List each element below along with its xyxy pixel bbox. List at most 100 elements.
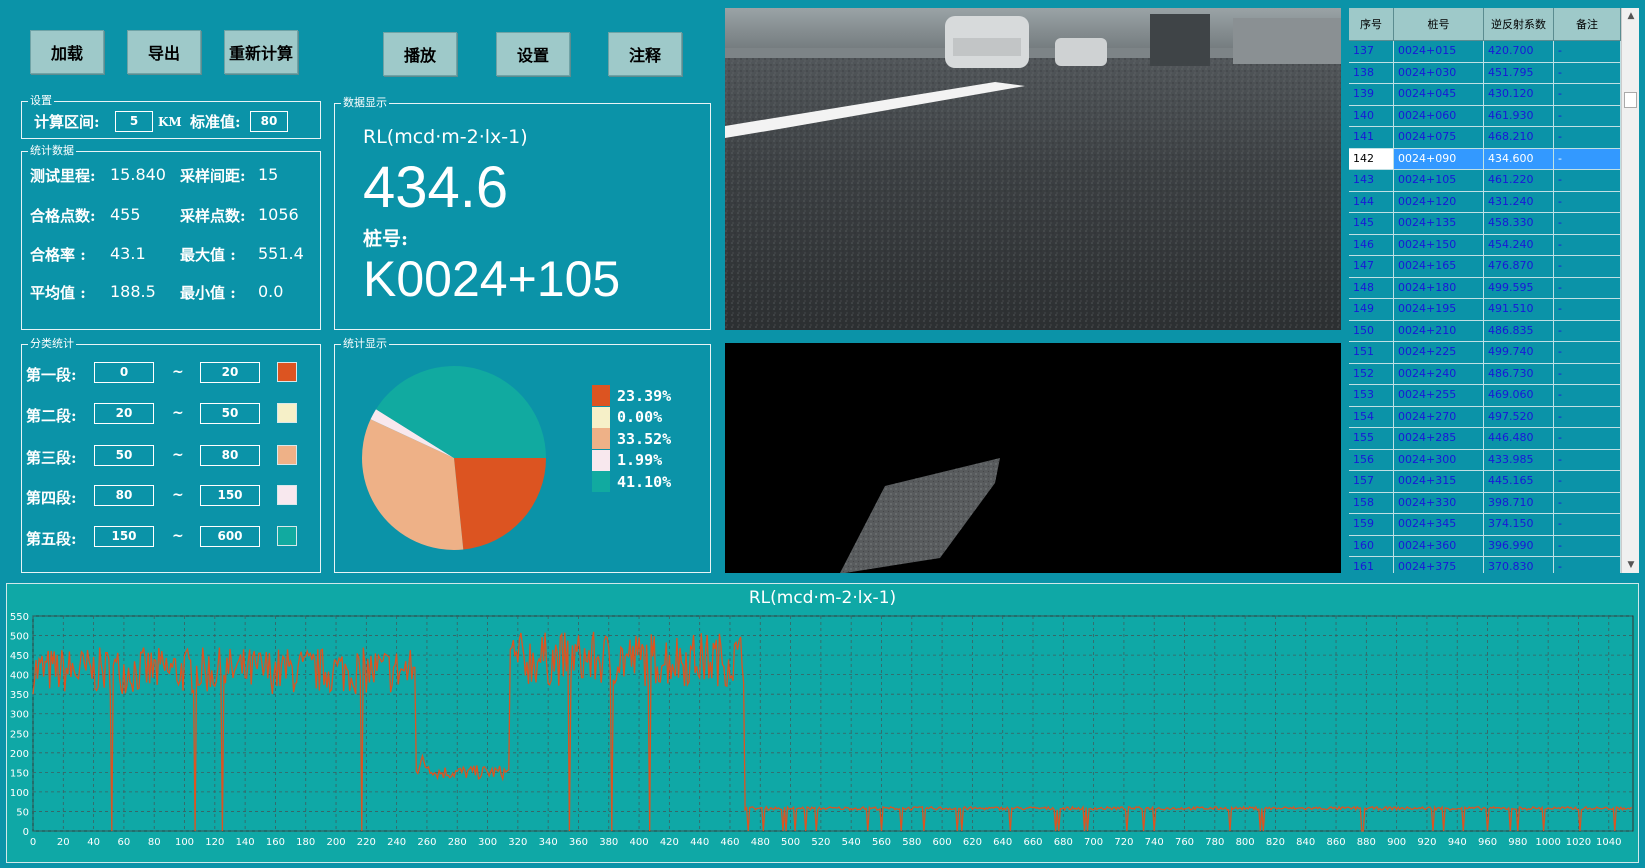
mean-label: 平均值 : bbox=[30, 284, 86, 302]
segment-from-input[interactable]: 0 bbox=[94, 362, 154, 383]
header-station[interactable]: 桩号 bbox=[1394, 8, 1484, 41]
scroll-thumb[interactable] bbox=[1624, 92, 1637, 108]
cell-note: - bbox=[1554, 449, 1621, 471]
min-label: 最小值 : bbox=[180, 284, 236, 302]
legend-entry: 33.52% bbox=[592, 428, 671, 449]
interval-input[interactable]: 5 bbox=[115, 111, 153, 132]
table-row[interactable]: 137 0024+015 420.700- bbox=[1349, 41, 1639, 63]
y-tick-label: 0 bbox=[23, 827, 29, 838]
cell-value: 445.165 bbox=[1484, 471, 1554, 493]
y-tick-label: 500 bbox=[10, 632, 29, 643]
cell-index: 154 bbox=[1349, 406, 1394, 428]
x-tick-label: 320 bbox=[508, 837, 527, 848]
table-row[interactable]: 141 0024+075 468.210- bbox=[1349, 127, 1639, 149]
x-tick-label: 420 bbox=[660, 837, 679, 848]
header-note[interactable]: 备注 bbox=[1554, 8, 1621, 41]
cell-value: 486.730 bbox=[1484, 363, 1554, 385]
x-tick-label: 360 bbox=[569, 837, 588, 848]
segment-color-swatch[interactable] bbox=[277, 485, 297, 505]
camera-feed-road bbox=[725, 8, 1341, 330]
segment-to-input[interactable]: 80 bbox=[200, 445, 260, 466]
segment-color-swatch[interactable] bbox=[277, 445, 297, 465]
table-row[interactable]: 153 0024+255 469.060- bbox=[1349, 385, 1639, 407]
table-row[interactable]: 143 0024+105 461.220- bbox=[1349, 170, 1639, 192]
segment-from-input[interactable]: 150 bbox=[94, 526, 154, 547]
table-row[interactable]: 142 0024+090 434.600- bbox=[1349, 148, 1639, 170]
pie-chart-group: 统计显示 23.39% 0.00% 33.52% 1.99% 41.10% bbox=[334, 337, 711, 573]
cell-station: 0024+180 bbox=[1394, 277, 1484, 299]
segment-label: 第四段: bbox=[26, 489, 77, 507]
settings-button[interactable]: 设置 bbox=[496, 32, 570, 76]
table-row[interactable]: 158 0024+330 398.710- bbox=[1349, 492, 1639, 514]
table-row[interactable]: 149 0024+195 491.510- bbox=[1349, 299, 1639, 321]
cell-value: 431.240 bbox=[1484, 191, 1554, 213]
cell-note: - bbox=[1554, 342, 1621, 364]
table-row[interactable]: 152 0024+240 486.730- bbox=[1349, 363, 1639, 385]
segment-color-swatch[interactable] bbox=[277, 362, 297, 382]
x-tick-label: 620 bbox=[963, 837, 982, 848]
table-row[interactable]: 151 0024+225 499.740- bbox=[1349, 342, 1639, 364]
table-row[interactable]: 148 0024+180 499.595- bbox=[1349, 277, 1639, 299]
table-row[interactable]: 150 0024+210 486.835- bbox=[1349, 320, 1639, 342]
scroll-down-icon[interactable]: ▼ bbox=[1622, 557, 1639, 573]
table-row[interactable]: 145 0024+135 458.330- bbox=[1349, 213, 1639, 235]
cell-value: 491.510 bbox=[1484, 299, 1554, 321]
cell-station: 0024+210 bbox=[1394, 320, 1484, 342]
cell-note: - bbox=[1554, 62, 1621, 84]
export-button[interactable]: 导出 bbox=[127, 30, 201, 74]
data-table[interactable]: 序号 桩号 逆反射系数 备注 137 0024+015 420.700-138 002… bbox=[1349, 8, 1639, 573]
table-row[interactable]: 154 0024+270 497.520- bbox=[1349, 406, 1639, 428]
cell-value: 433.985 bbox=[1484, 449, 1554, 471]
segment-from-input[interactable]: 50 bbox=[94, 445, 154, 466]
table-row[interactable]: 155 0024+285 446.480- bbox=[1349, 428, 1639, 450]
stats-group-title: 统计数据 bbox=[28, 144, 76, 158]
table-scrollbar[interactable]: ▲ ▼ bbox=[1621, 8, 1639, 573]
cell-value: 468.210 bbox=[1484, 127, 1554, 149]
segment-from-input[interactable]: 80 bbox=[94, 485, 154, 506]
segment-color-swatch[interactable] bbox=[277, 403, 297, 423]
cell-station: 0024+255 bbox=[1394, 385, 1484, 407]
segment-to-input[interactable]: 600 bbox=[200, 526, 260, 547]
annotate-button[interactable]: 注释 bbox=[608, 32, 682, 76]
segment-from-input[interactable]: 20 bbox=[94, 403, 154, 424]
cell-note: - bbox=[1554, 234, 1621, 256]
scroll-up-icon[interactable]: ▲ bbox=[1622, 8, 1639, 24]
table-row[interactable]: 157 0024+315 445.165- bbox=[1349, 471, 1639, 493]
segment-to-input[interactable]: 150 bbox=[200, 485, 260, 506]
classification-group: 分类统计 第一段: 0 ~20 第二段: 20 ~50 第三段: 50 ~80 第四段: 80 ~15… bbox=[21, 337, 321, 573]
cell-index: 149 bbox=[1349, 299, 1394, 321]
cell-station: 0024+090 bbox=[1394, 148, 1484, 170]
table-row[interactable]: 161 0024+375 370.830- bbox=[1349, 557, 1639, 573]
segment-label: 第一段: bbox=[26, 366, 77, 384]
segment-to-input[interactable]: 50 bbox=[200, 403, 260, 424]
table-row[interactable]: 160 0024+360 396.990- bbox=[1349, 535, 1639, 557]
recalculate-button[interactable]: 重新计算 bbox=[224, 30, 298, 74]
table-row[interactable]: 140 0024+060 461.930- bbox=[1349, 105, 1639, 127]
table-row[interactable]: 144 0024+120 431.240- bbox=[1349, 191, 1639, 213]
table-row[interactable]: 139 0024+045 430.120- bbox=[1349, 84, 1639, 106]
load-button[interactable]: 加载 bbox=[30, 30, 104, 74]
table-row[interactable]: 147 0024+165 476.870- bbox=[1349, 256, 1639, 278]
x-tick-label: 880 bbox=[1357, 837, 1376, 848]
pass-rate-label: 合格率 : bbox=[30, 246, 86, 264]
y-tick-label: 550 bbox=[10, 612, 29, 623]
table-row[interactable]: 138 0024+030 451.795- bbox=[1349, 62, 1639, 84]
play-button[interactable]: 播放 bbox=[383, 32, 457, 76]
segment-tilde: ~ bbox=[172, 364, 184, 380]
x-tick-label: 600 bbox=[933, 837, 952, 848]
header-index[interactable]: 序号 bbox=[1349, 8, 1394, 41]
table-row[interactable]: 156 0024+300 433.985- bbox=[1349, 449, 1639, 471]
y-tick-label: 450 bbox=[10, 651, 29, 662]
legend-label: 41.10% bbox=[617, 472, 672, 491]
header-retroreflection[interactable]: 逆反射系数 bbox=[1484, 8, 1554, 41]
cell-note: - bbox=[1554, 557, 1621, 573]
cell-note: - bbox=[1554, 514, 1621, 536]
x-tick-label: 660 bbox=[1023, 837, 1042, 848]
standard-input[interactable]: 80 bbox=[250, 111, 288, 132]
cell-note: - bbox=[1554, 41, 1621, 63]
legend-label: 23.39% bbox=[617, 386, 672, 405]
segment-to-input[interactable]: 20 bbox=[200, 362, 260, 383]
table-row[interactable]: 159 0024+345 374.150- bbox=[1349, 514, 1639, 536]
segment-color-swatch[interactable] bbox=[277, 526, 297, 546]
table-row[interactable]: 146 0024+150 454.240- bbox=[1349, 234, 1639, 256]
